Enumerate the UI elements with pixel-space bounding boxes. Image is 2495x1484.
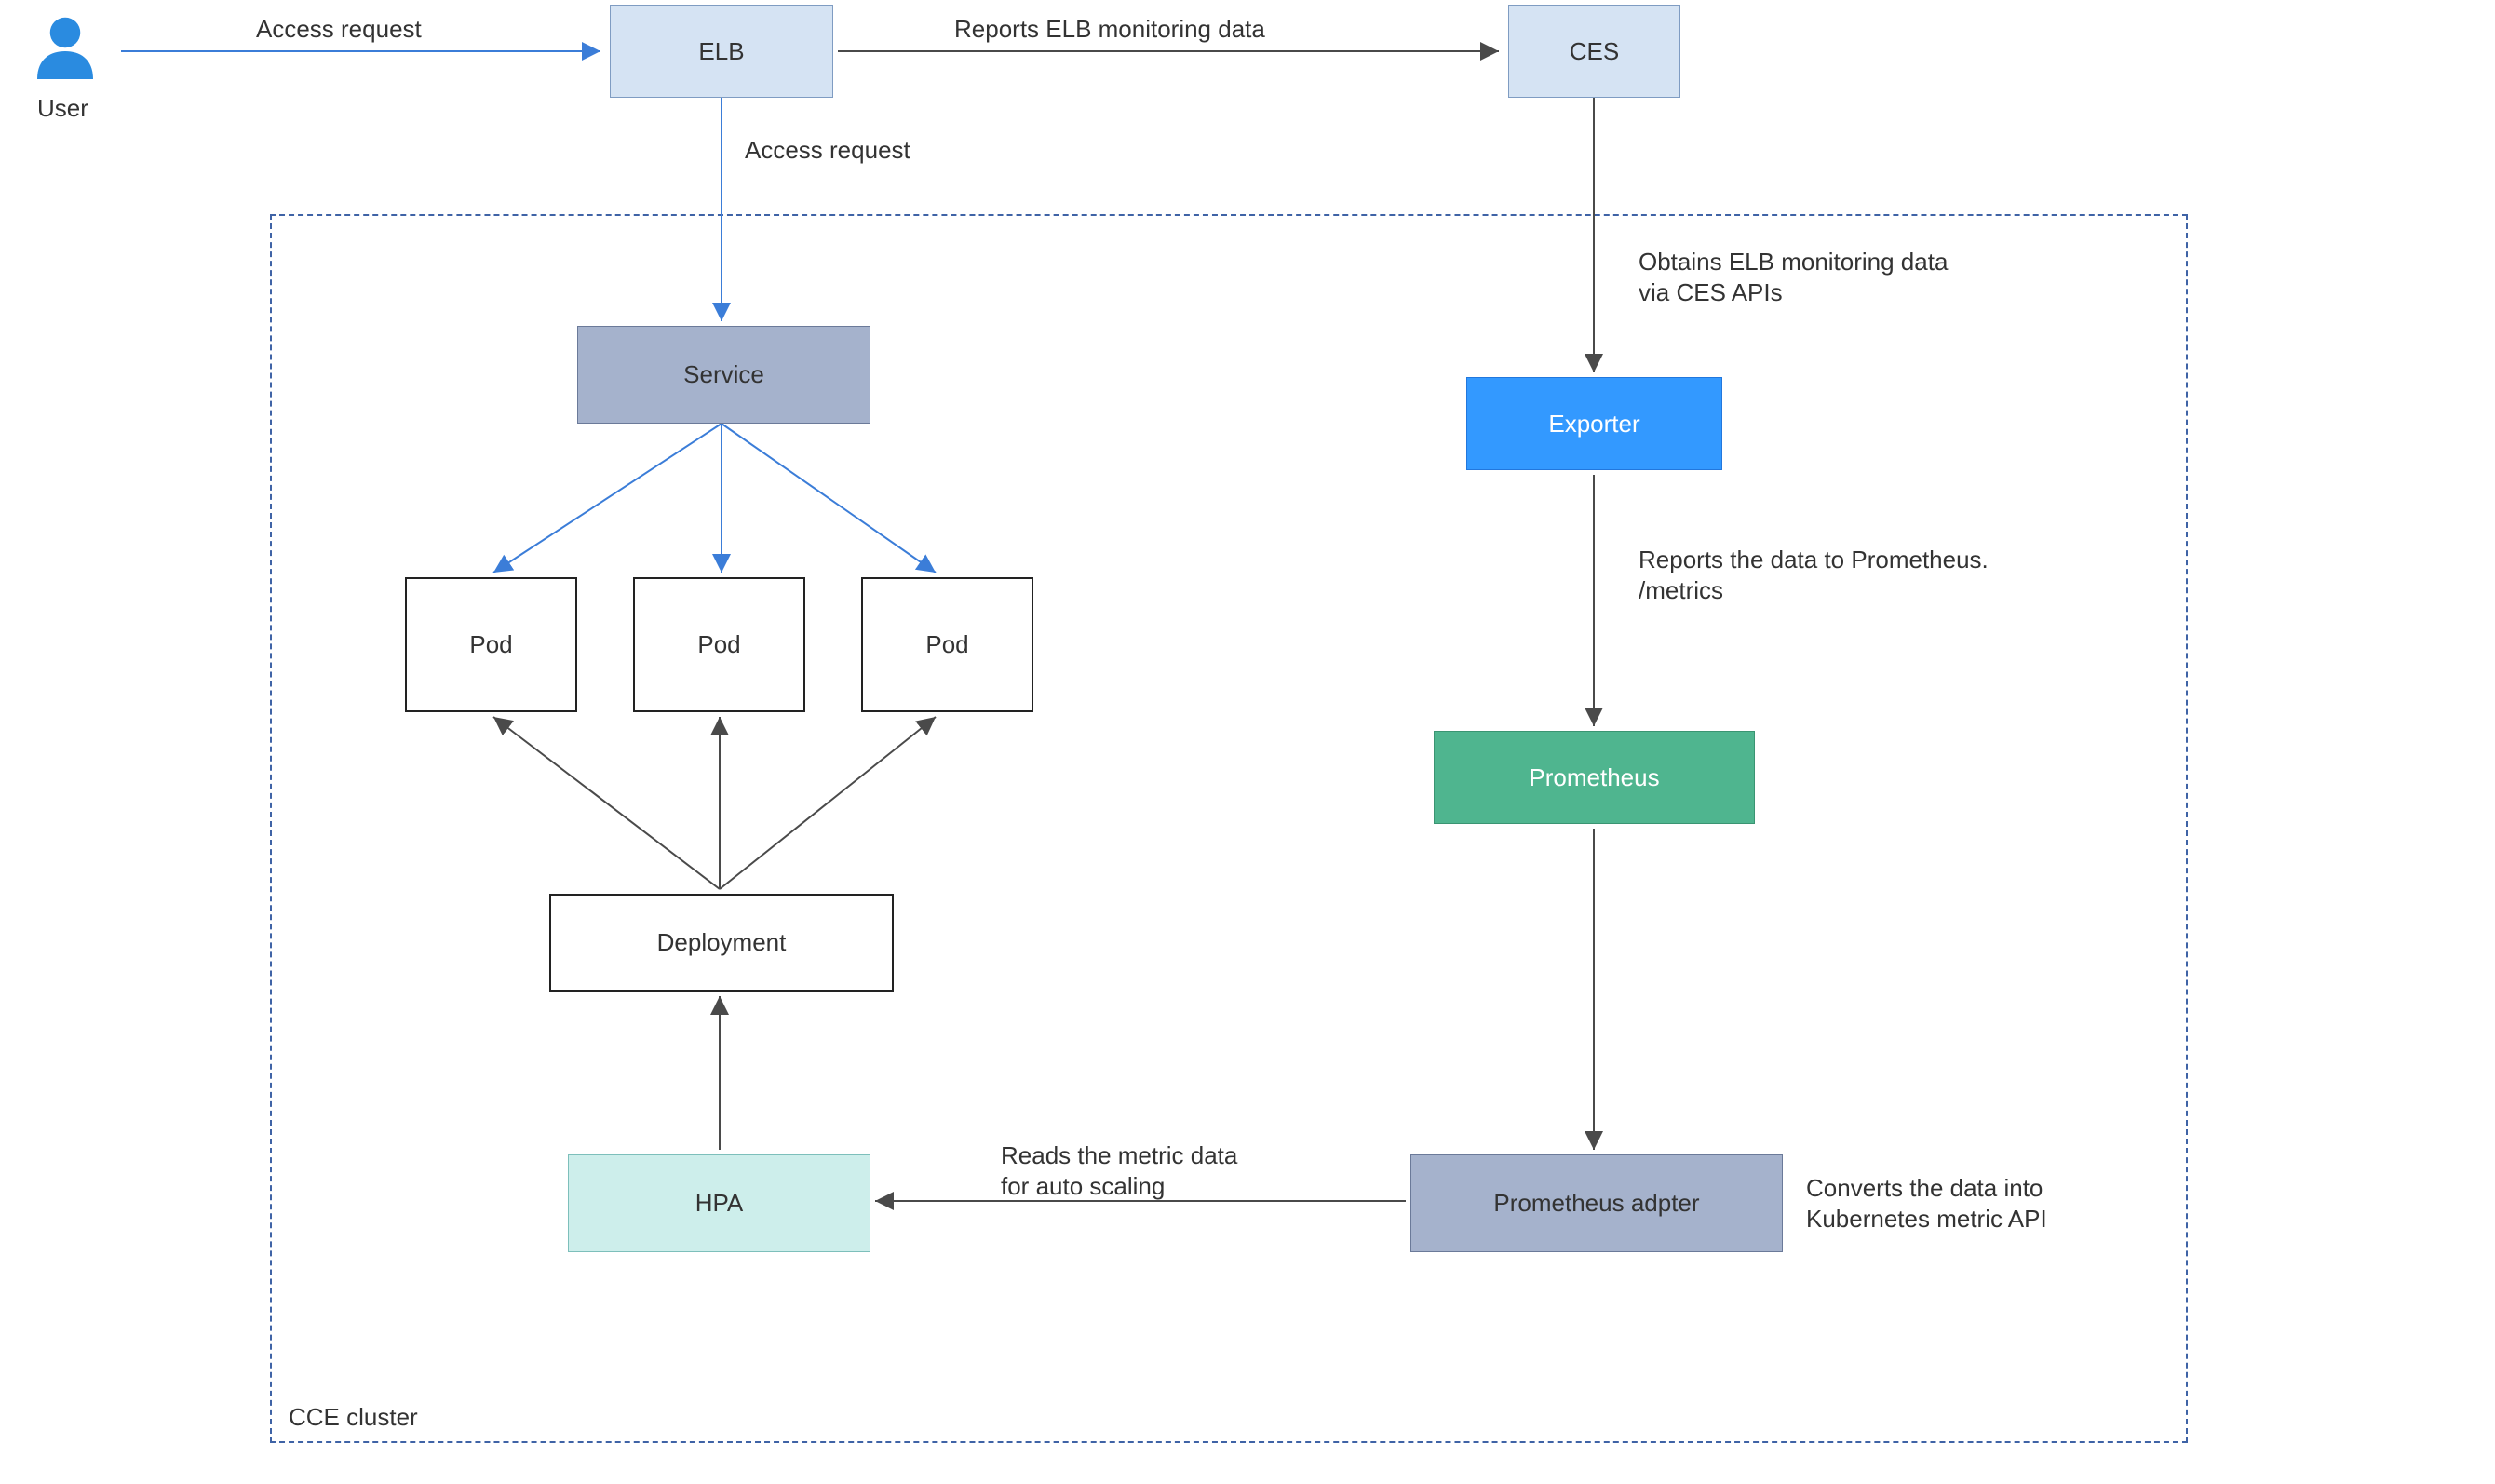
node-hpa-label: HPA	[695, 1189, 744, 1218]
edge-exporter-prom: Reports the data to Prometheus. /metrics	[1639, 545, 1989, 605]
node-deployment-label: Deployment	[657, 928, 787, 957]
node-prometheus-label: Prometheus	[1529, 763, 1659, 792]
node-hpa: HPA	[568, 1154, 870, 1252]
node-pod-1-label: Pod	[469, 630, 512, 659]
node-pod-3-label: Pod	[925, 630, 968, 659]
node-elb: ELB	[610, 5, 833, 98]
node-service-label: Service	[683, 360, 764, 389]
node-adapter: Prometheus adpter	[1410, 1154, 1783, 1252]
node-prometheus: Prometheus	[1434, 731, 1755, 824]
node-pod-2: Pod	[633, 577, 805, 712]
node-exporter-label: Exporter	[1548, 410, 1639, 438]
connectors	[0, 0, 2495, 1484]
edge-elb-service: Access request	[745, 135, 910, 166]
user-label: User	[37, 93, 88, 124]
node-pod-1: Pod	[405, 577, 577, 712]
node-ces: CES	[1508, 5, 1680, 98]
edge-adapter-hpa: Reads the metric data for auto scaling	[1001, 1140, 1237, 1201]
node-pod-2-label: Pod	[697, 630, 740, 659]
edge-ces-exporter: Obtains ELB monitoring data via CES APIs	[1639, 247, 1948, 307]
node-deployment: Deployment	[549, 894, 894, 992]
node-pod-3: Pod	[861, 577, 1033, 712]
edge-elb-ces: Reports ELB monitoring data	[954, 14, 1265, 45]
node-exporter: Exporter	[1466, 377, 1722, 470]
diagram-canvas: CCE cluster	[0, 0, 2495, 1484]
edge-user-elb: Access request	[256, 14, 422, 45]
user-icon	[23, 5, 107, 93]
node-adapter-label: Prometheus adpter	[1493, 1189, 1699, 1218]
edge-adapter-annot: Converts the data into Kubernetes metric…	[1806, 1173, 2047, 1234]
node-ces-label: CES	[1570, 37, 1619, 66]
node-service: Service	[577, 326, 870, 424]
node-elb-label: ELB	[698, 37, 744, 66]
